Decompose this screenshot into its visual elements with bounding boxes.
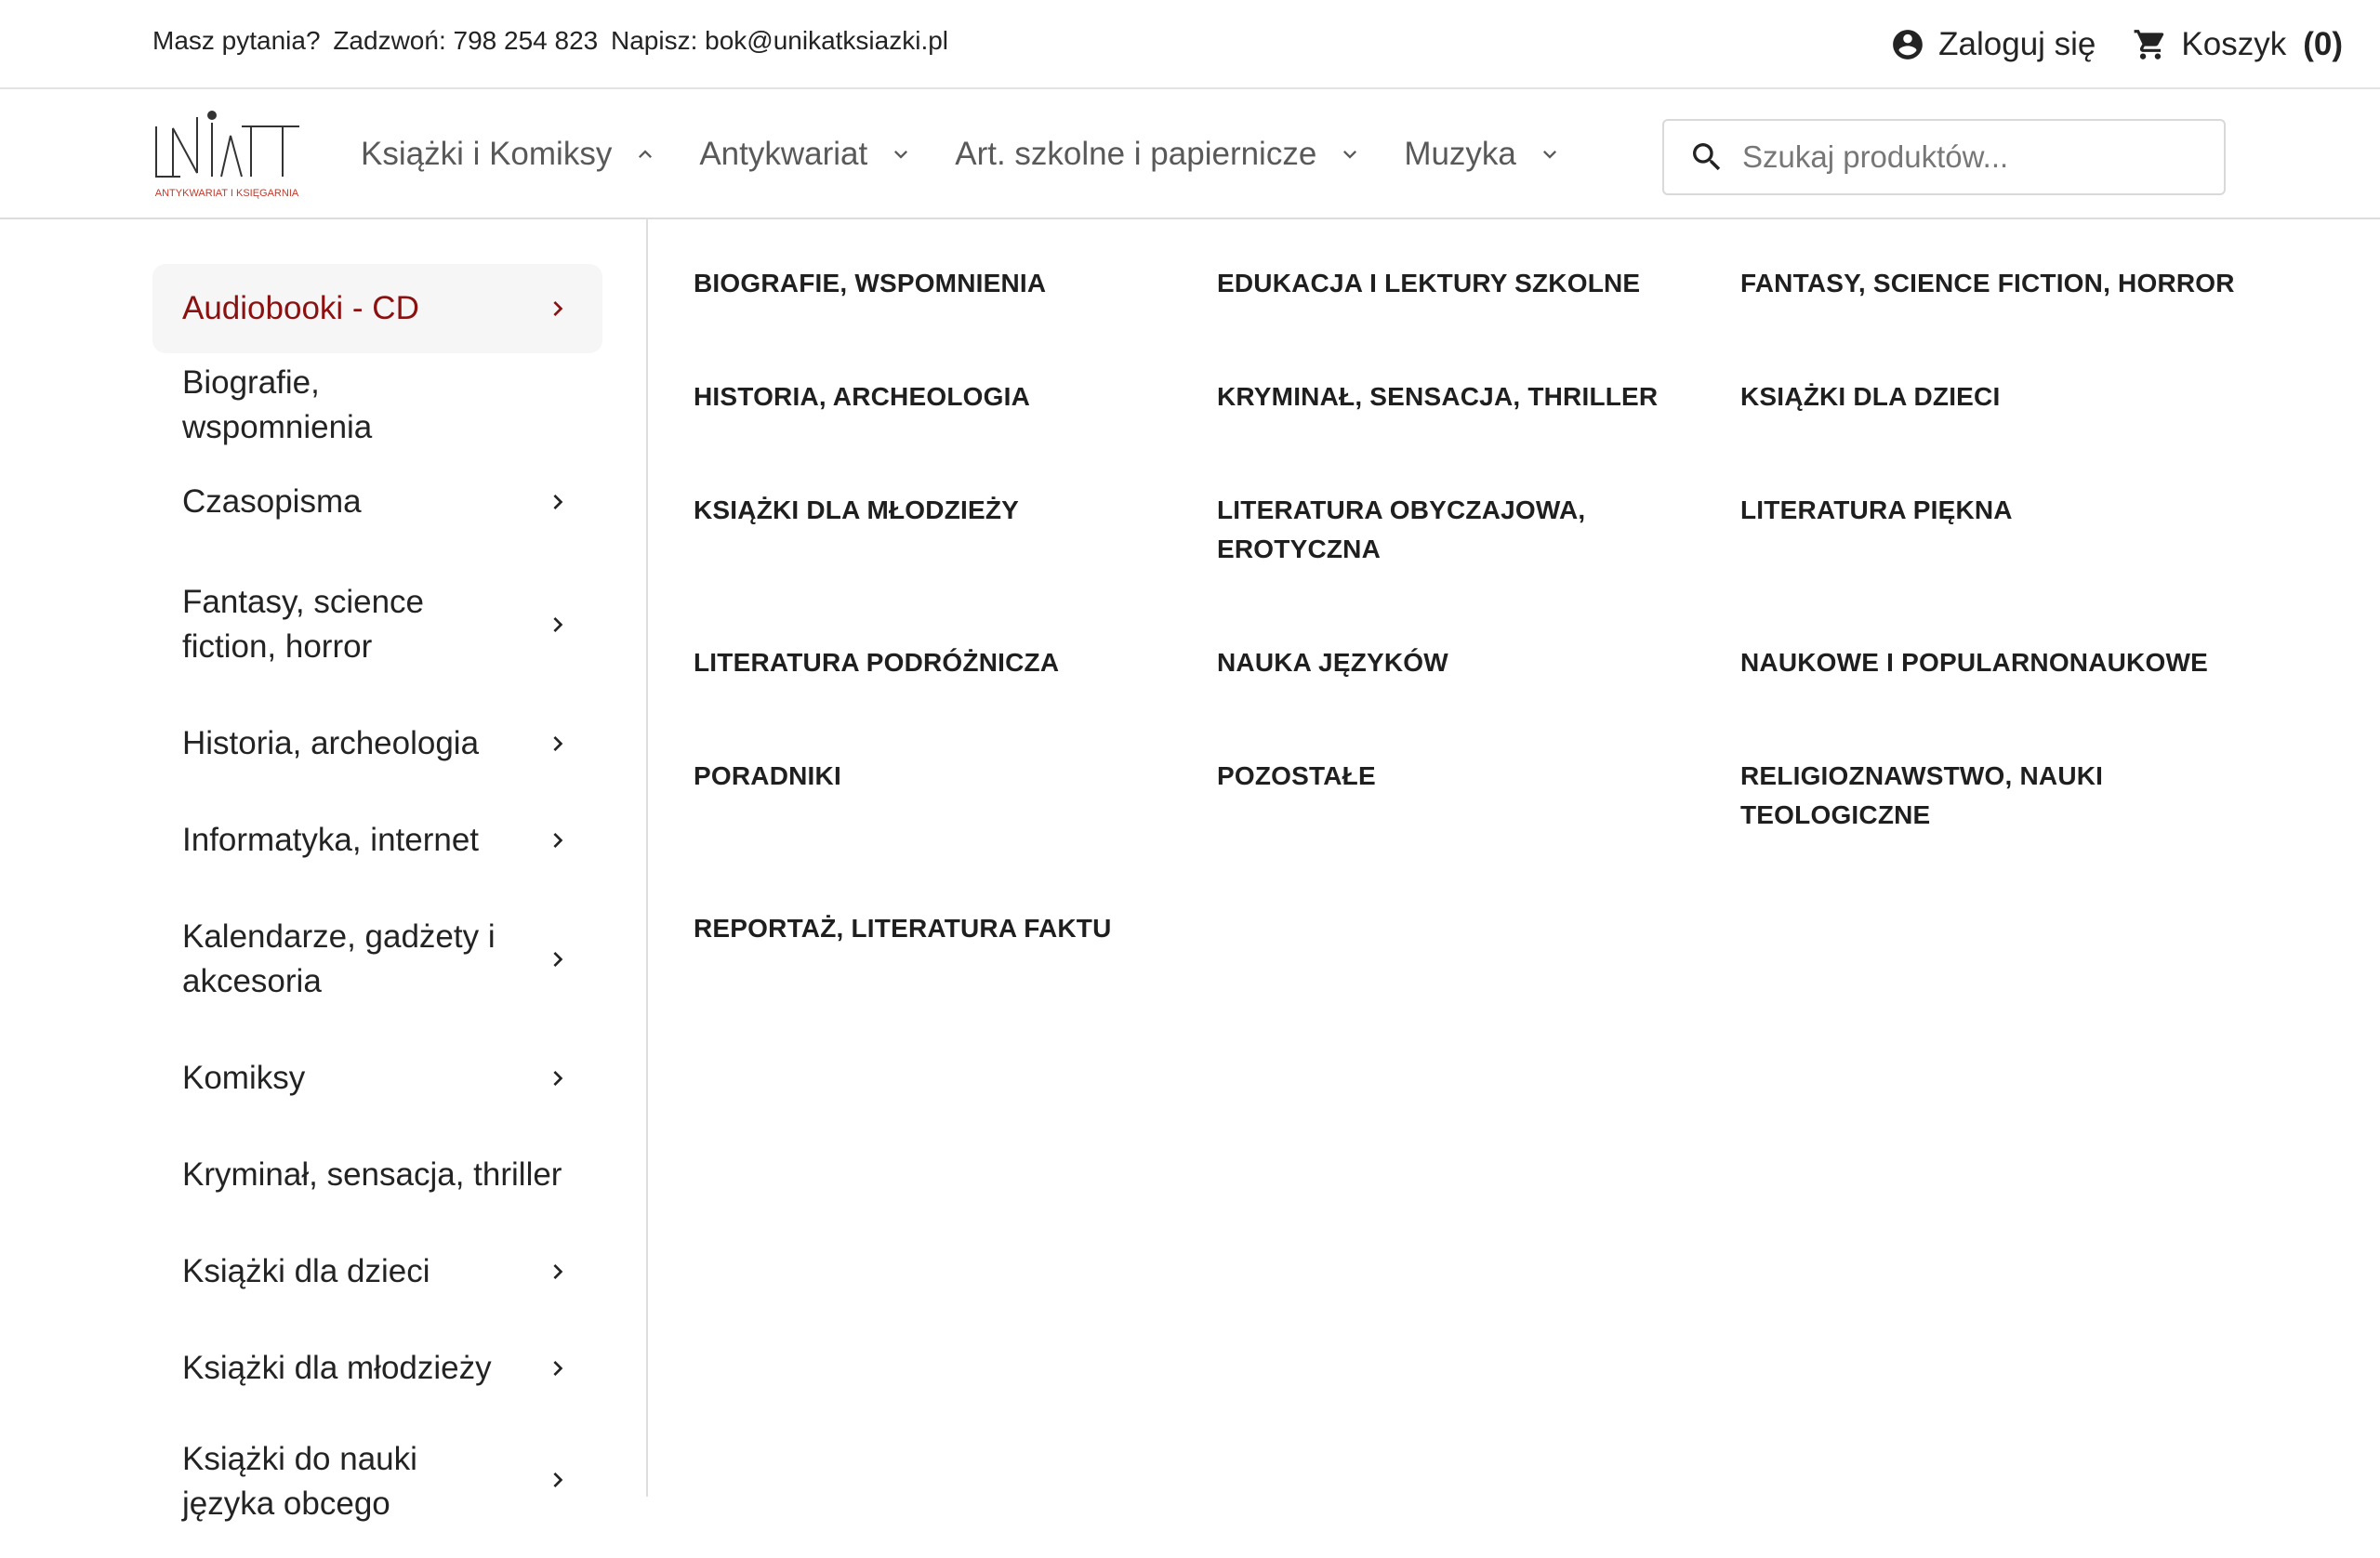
main-nav: Książki i Komiksy Antykwariat Art. szkol… [361, 128, 1604, 180]
sidebar-item-ksiazki-dla-dzieci[interactable]: Książki dla dzieci [152, 1223, 602, 1320]
sidebar-item-label: Czasopisma [182, 483, 362, 520]
logo-tagline: ANTYKWARIAT I KSIĘGARNIA [155, 188, 299, 199]
subcategory-link[interactable]: RELIGIOZNAWSTWO, NAUKI TEOLOGICZNE [1740, 757, 2131, 835]
site-logo[interactable]: ANTYKWARIAT I KSIĘGARNIA [152, 110, 303, 203]
search-input[interactable] [1740, 139, 2190, 176]
login-link[interactable]: Zaloguj się [1890, 26, 2096, 63]
nav-item-antykwariat[interactable]: Antykwariat [699, 128, 914, 180]
user-area: Zaloguj się Koszyk (0) [1890, 20, 2343, 69]
account-circle-icon [1890, 27, 1925, 62]
main-header: ANTYKWARIAT I KSIĘGARNIA Książki i Komik… [0, 89, 2380, 219]
search-box [1662, 119, 2226, 195]
subcategory-link[interactable]: KSIĄŻKI DLA DZIECI [1740, 377, 2224, 416]
sidebar-item-czasopisma[interactable]: Czasopisma [152, 457, 602, 547]
nav-item-label: Muzyka [1404, 136, 1516, 172]
subcategory-link[interactable]: NAUKA JĘZYKÓW [1217, 643, 1700, 682]
cart-count: (0) [2303, 26, 2343, 62]
sidebar-item-label: Audiobooki - CD [182, 290, 419, 326]
sidebar-item-historia[interactable]: Historia, archeologia [152, 695, 602, 792]
sidebar-item-label: Historia, archeologia [182, 725, 480, 761]
sidebar-item-kryminal[interactable]: Kryminał, sensacja, thriller [152, 1127, 602, 1223]
chevron-right-icon [543, 1465, 573, 1495]
sidebar-item-label: Fantasy, science fiction, horror [182, 584, 425, 665]
login-label: Zaloguj się [1938, 26, 2096, 62]
contact-info: Masz pytania? Zadzwoń: 798 254 823 Napis… [152, 26, 948, 56]
subcategory-link[interactable]: FANTASY, SCIENCE FICTION, HORROR [1740, 264, 2261, 303]
sidebar-item-informatyka[interactable]: Informatyka, internet [152, 792, 602, 889]
sidebar-item-kalendarze[interactable]: Kalendarze, gadżety i akcesoria [152, 889, 602, 1030]
subcategory-link[interactable]: PORADNIKI [694, 757, 1177, 796]
chevron-right-icon [543, 487, 573, 517]
chevron-down-icon [1537, 141, 1563, 167]
sidebar-item-audiobooki-cd[interactable]: Audiobooki - CD [152, 264, 602, 353]
chevron-right-icon [543, 944, 573, 974]
chevron-down-icon [888, 141, 914, 167]
nav-item-label: Art. szkolne i papiernicze [955, 136, 1317, 172]
chevron-right-icon [543, 1063, 573, 1093]
nav-item-muzyka[interactable]: Muzyka [1404, 128, 1563, 180]
subcategory-link[interactable]: NAUKOWE I POPULARNONAUKOWE [1740, 643, 2224, 682]
subcategory-link[interactable]: LITERATURA PODRÓŻNICZA [694, 643, 1177, 682]
cart-label: Koszyk [2181, 26, 2287, 62]
sidebar-item-komiksy[interactable]: Komiksy [152, 1030, 602, 1127]
chevron-right-icon [543, 729, 573, 759]
sidebar-item-label: Książki do nauki języka obcego [182, 1441, 417, 1522]
cart-link[interactable]: Koszyk (0) [2133, 26, 2343, 63]
sidebar-item-label: Komiksy [182, 1060, 306, 1096]
nav-item-art-szkolne[interactable]: Art. szkolne i papiernicze [955, 128, 1363, 180]
sidebar-item-label: Kalendarze, gadżety i akcesoria [182, 918, 496, 999]
nav-item-ksiazki-i-komiksy[interactable]: Książki i Komiksy [361, 128, 658, 180]
sidebar-item-ksiazki-do-nauki-jezyka[interactable]: Książki do nauki języka obcego [152, 1417, 602, 1558]
sidebar-item-label: Biografie, wspomnienia [182, 364, 373, 445]
category-sidebar: Audiobooki - CD Biografie, wspomnienia C… [0, 219, 648, 1522]
subcategory-link[interactable]: KRYMINAŁ, SENSACJA, THRILLER [1217, 377, 1700, 416]
chevron-right-icon [543, 610, 573, 640]
contact-phone-link[interactable]: Zadzwoń: 798 254 823 [333, 26, 598, 55]
subcategory-link[interactable]: KSIĄŻKI DLA MŁODZIEŻY [694, 491, 1177, 530]
chevron-right-icon [543, 1353, 573, 1383]
shopping-cart-icon [2133, 27, 2168, 62]
chevron-right-icon [543, 1257, 573, 1287]
nav-item-label: Antykwariat [699, 136, 868, 172]
subcategory-link[interactable]: EDUKACJA I LEKTURY SZKOLNE [1217, 264, 1700, 303]
sidebar-item-label: Kryminał, sensacja, thriller [182, 1156, 562, 1193]
sidebar-item-fantasy[interactable]: Fantasy, science fiction, horror [152, 554, 602, 695]
subcategory-link[interactable]: LITERATURA OBYCZAJOWA, EROTYCZNA [1217, 491, 1626, 569]
sidebar-item-ksiazki-dla-mlodziezy[interactable]: Książki dla młodzieży [152, 1320, 602, 1417]
sidebar-item-biografie[interactable]: Biografie, wspomnienia [152, 361, 602, 450]
subcategory-link[interactable]: REPORTAŻ, LITERATURA FAKTU [694, 909, 1177, 948]
nav-item-label: Książki i Komiksy [361, 136, 613, 172]
chevron-right-icon [543, 294, 573, 323]
top-bar: Masz pytania? Zadzwoń: 798 254 823 Napis… [0, 0, 2380, 89]
chevron-up-icon [632, 141, 658, 167]
sidebar-item-label: Książki dla młodzieży [182, 1350, 492, 1386]
sidebar-item-label: Książki dla dzieci [182, 1253, 430, 1289]
chevron-down-icon [1337, 141, 1363, 167]
contact-email-link[interactable]: Napisz: bok@unikatksiazki.pl [611, 26, 948, 55]
subcategory-link[interactable]: LITERATURA PIĘKNA [1740, 491, 2224, 530]
subcategory-link[interactable]: BIOGRAFIE, WSPOMNIENIA [694, 264, 1177, 303]
chevron-right-icon [543, 825, 573, 855]
sidebar-item-label: Informatyka, internet [182, 822, 480, 858]
subcategory-link[interactable]: POZOSTAŁE [1217, 757, 1700, 796]
contact-question: Masz pytania? [152, 26, 321, 55]
subcategory-link[interactable]: HISTORIA, ARCHEOLOGIA [694, 377, 1177, 416]
search-icon[interactable] [1688, 139, 1726, 176]
